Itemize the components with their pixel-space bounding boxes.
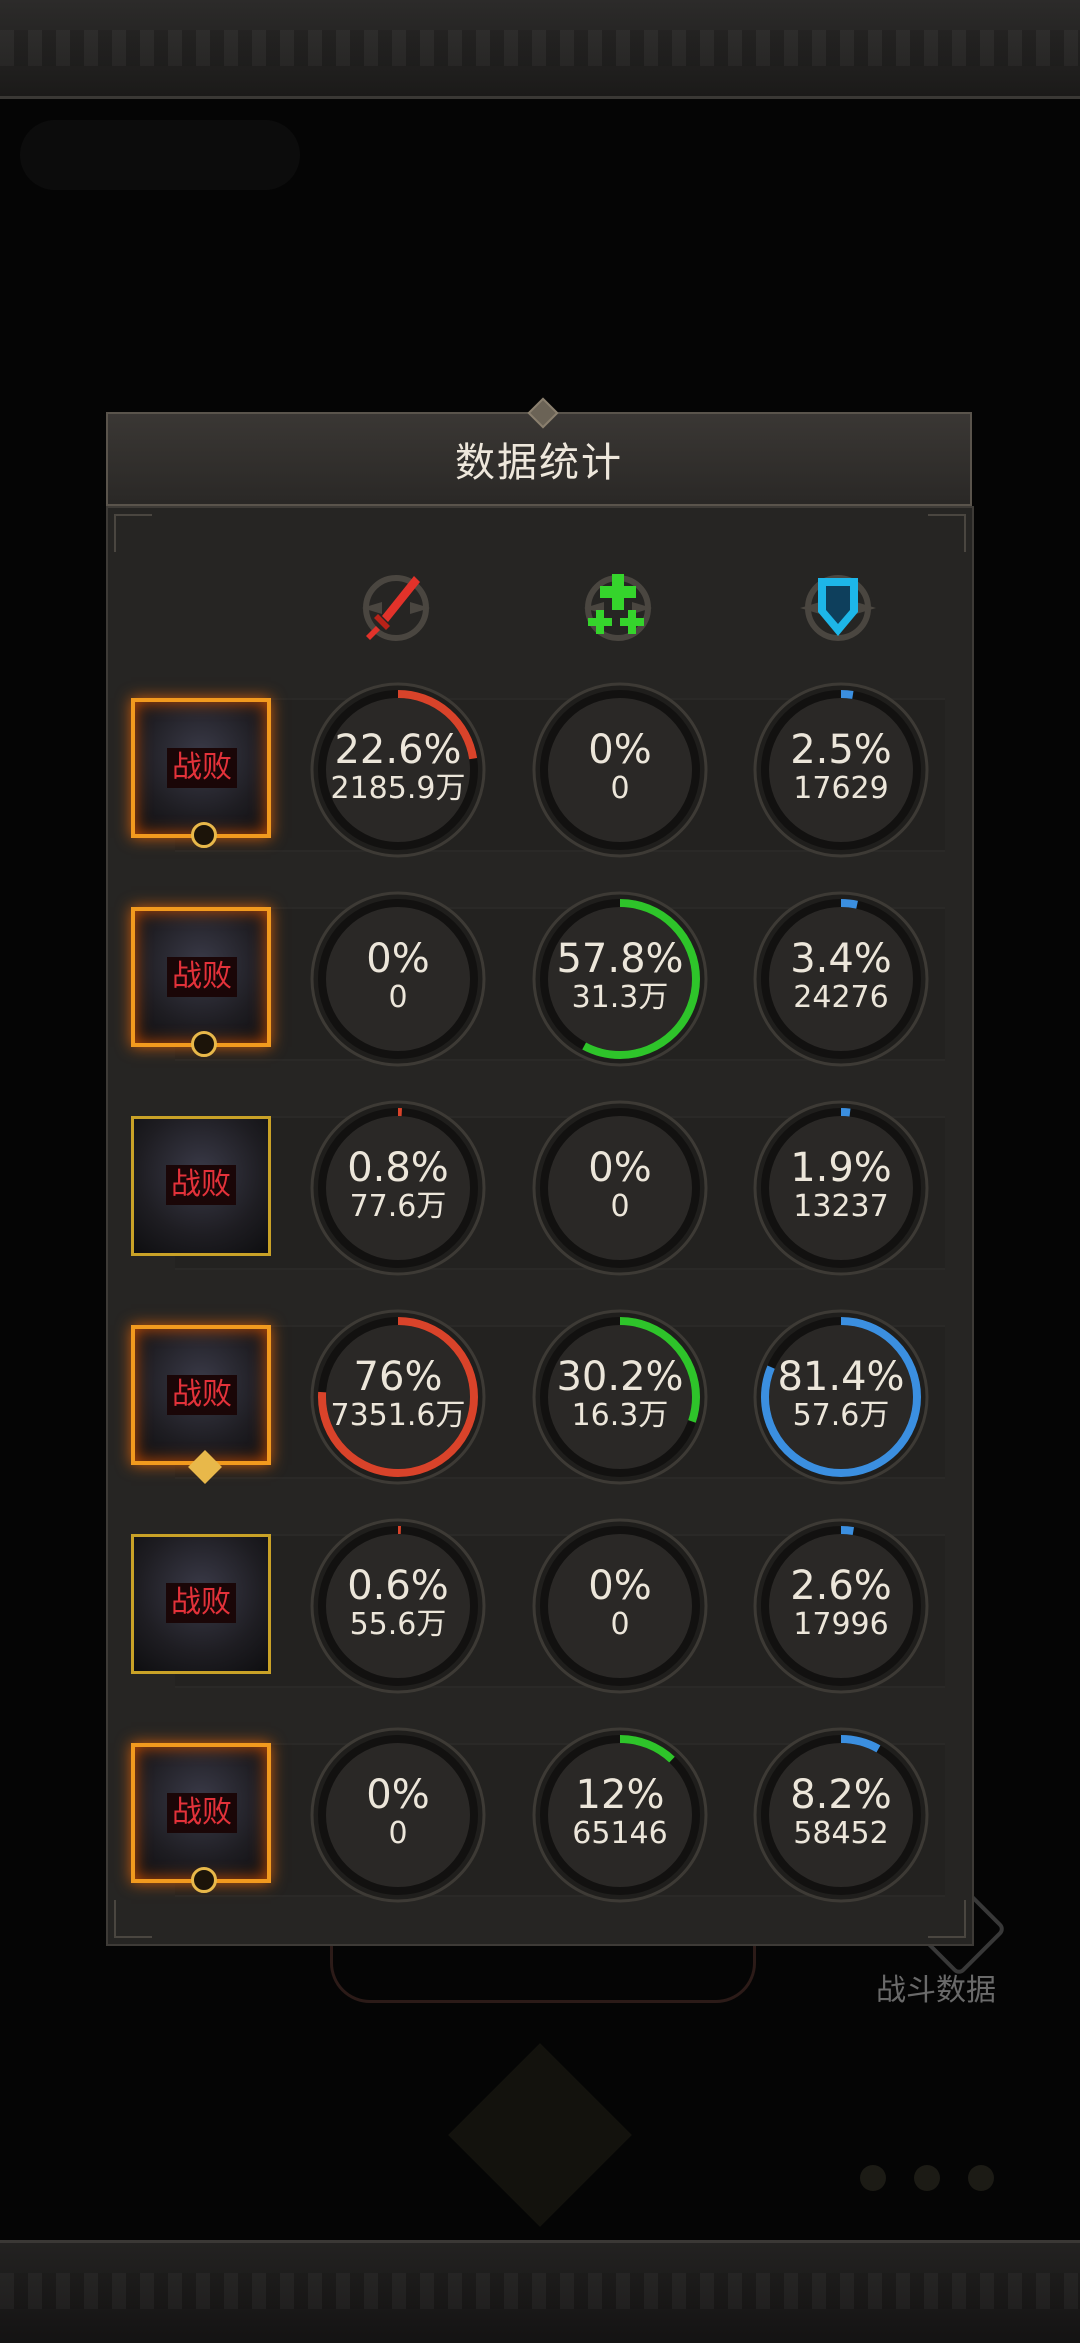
gauge-value: 57.6万 — [792, 1398, 890, 1433]
damage-sword-icon — [362, 575, 430, 641]
gauge-percent: 0% — [588, 1145, 652, 1191]
background-center-emblem — [448, 2043, 632, 2227]
gauge-percent: 2.5% — [790, 727, 892, 773]
gauge-value: 58452 — [793, 1816, 889, 1851]
panel-header: 数据统计 — [106, 397, 972, 506]
bottom-ornament-bar — [0, 2240, 1080, 2343]
gauge-percent: 0.6% — [347, 1563, 449, 1609]
panel-corner-bottom-right — [928, 1900, 966, 1938]
gauge-value: 0 — [388, 980, 408, 1015]
gauge-value: 0 — [610, 1607, 630, 1642]
defense-gauge: 8.2% 58452 — [751, 1725, 931, 1905]
background-top-left-button — [20, 120, 300, 190]
gauge-value: 0 — [610, 1189, 630, 1224]
defense-gauge: 2.6% 17996 — [751, 1516, 931, 1696]
top-ornament-bar — [0, 0, 1080, 99]
hero-portrait[interactable]: 战败 — [131, 907, 271, 1057]
gauge-value: 13237 — [793, 1189, 889, 1224]
gauge-percent: 57.8% — [556, 936, 684, 982]
gauge-percent: 0% — [366, 936, 430, 982]
damage-gauge: 76% 7351.6万 — [308, 1307, 488, 1487]
damage-gauge: 0% 0 — [308, 1725, 488, 1905]
defense-gauge: 1.9% 13237 — [751, 1098, 931, 1278]
bottom-ornament-pattern — [0, 2273, 1080, 2309]
header-gem-icon — [527, 397, 559, 429]
gauge-percent: 8.2% — [790, 1772, 892, 1818]
battle-data-label: 战斗数据 — [876, 1973, 996, 2008]
gauge-value: 17996 — [793, 1607, 889, 1642]
gauge-percent: 2.6% — [790, 1563, 892, 1609]
damage-gauge: 22.6% 2185.9万 — [308, 680, 488, 860]
heal-gauge: 57.8% 31.3万 — [530, 889, 710, 1069]
defense-gauge: 2.5% 17629 — [751, 680, 931, 860]
gauge-percent: 0% — [588, 1563, 652, 1609]
gauge-value: 77.6万 — [349, 1189, 447, 1224]
hero-portrait[interactable]: 战败 — [131, 1743, 271, 1893]
defeat-label: 战败 — [166, 1583, 236, 1623]
background-bottom-button — [330, 1940, 756, 2003]
gauge-value: 0 — [388, 1816, 408, 1851]
gauge-value: 7351.6万 — [330, 1398, 466, 1433]
moon-badge-icon — [191, 1867, 217, 1893]
defeat-label: 战败 — [167, 1793, 237, 1833]
defense-shield-icon — [800, 575, 876, 641]
damage-gauge: 0% 0 — [308, 889, 488, 1069]
panel-corner-top-left — [114, 514, 152, 552]
hero-portrait[interactable]: 战败 — [131, 1325, 271, 1484]
defeat-label: 战败 — [167, 748, 237, 788]
defeat-label: 战败 — [167, 1375, 237, 1415]
gauge-percent: 0.8% — [347, 1145, 449, 1191]
hero-portrait[interactable]: 战败 — [131, 698, 271, 848]
moon-badge-icon — [191, 822, 217, 848]
panel-corner-bottom-left — [114, 1900, 152, 1938]
gauge-percent: 0% — [366, 1772, 430, 1818]
defeat-label: 战败 — [167, 957, 237, 997]
gauge-percent: 81.4% — [777, 1354, 905, 1400]
panel-corner-top-right — [928, 514, 966, 552]
heal-gauge: 0% 0 — [530, 680, 710, 860]
hero-portrait[interactable]: 战败 — [131, 1534, 271, 1674]
moon-badge-icon — [191, 1031, 217, 1057]
defense-gauge: 81.4% 57.6万 — [751, 1307, 931, 1487]
damage-gauge: 0.6% 55.6万 — [308, 1516, 488, 1696]
background-page-dots — [860, 2165, 1022, 2195]
gauge-value: 0 — [610, 771, 630, 806]
heal-gauge: 0% 0 — [530, 1516, 710, 1696]
gauge-value: 17629 — [793, 771, 889, 806]
gauge-value: 2185.9万 — [330, 771, 466, 806]
gauge-value: 31.3万 — [571, 980, 669, 1015]
heal-gauge: 30.2% 16.3万 — [530, 1307, 710, 1487]
gauge-value: 65146 — [572, 1816, 668, 1851]
gauge-value: 55.6万 — [349, 1607, 447, 1642]
gauge-percent: 0% — [588, 727, 652, 773]
heal-gauge: 0% 0 — [530, 1098, 710, 1278]
hero-portrait[interactable]: 战败 — [131, 1116, 271, 1256]
damage-gauge: 0.8% 77.6万 — [308, 1098, 488, 1278]
top-ornament-pattern — [0, 30, 1080, 66]
gauge-value: 16.3万 — [571, 1398, 669, 1433]
defeat-label: 战败 — [166, 1165, 236, 1205]
gauge-percent: 76% — [353, 1354, 443, 1400]
gauge-percent: 3.4% — [790, 936, 892, 982]
heal-gauge: 12% 65146 — [530, 1725, 710, 1905]
heal-cross-icon — [584, 574, 652, 641]
gauge-percent: 30.2% — [556, 1354, 684, 1400]
panel-title: 数据统计 — [455, 440, 623, 486]
gauge-percent: 12% — [575, 1772, 665, 1818]
gauge-value: 24276 — [793, 980, 889, 1015]
gauge-percent: 1.9% — [790, 1145, 892, 1191]
defense-gauge: 3.4% 24276 — [751, 889, 931, 1069]
gauge-percent: 22.6% — [334, 727, 462, 773]
